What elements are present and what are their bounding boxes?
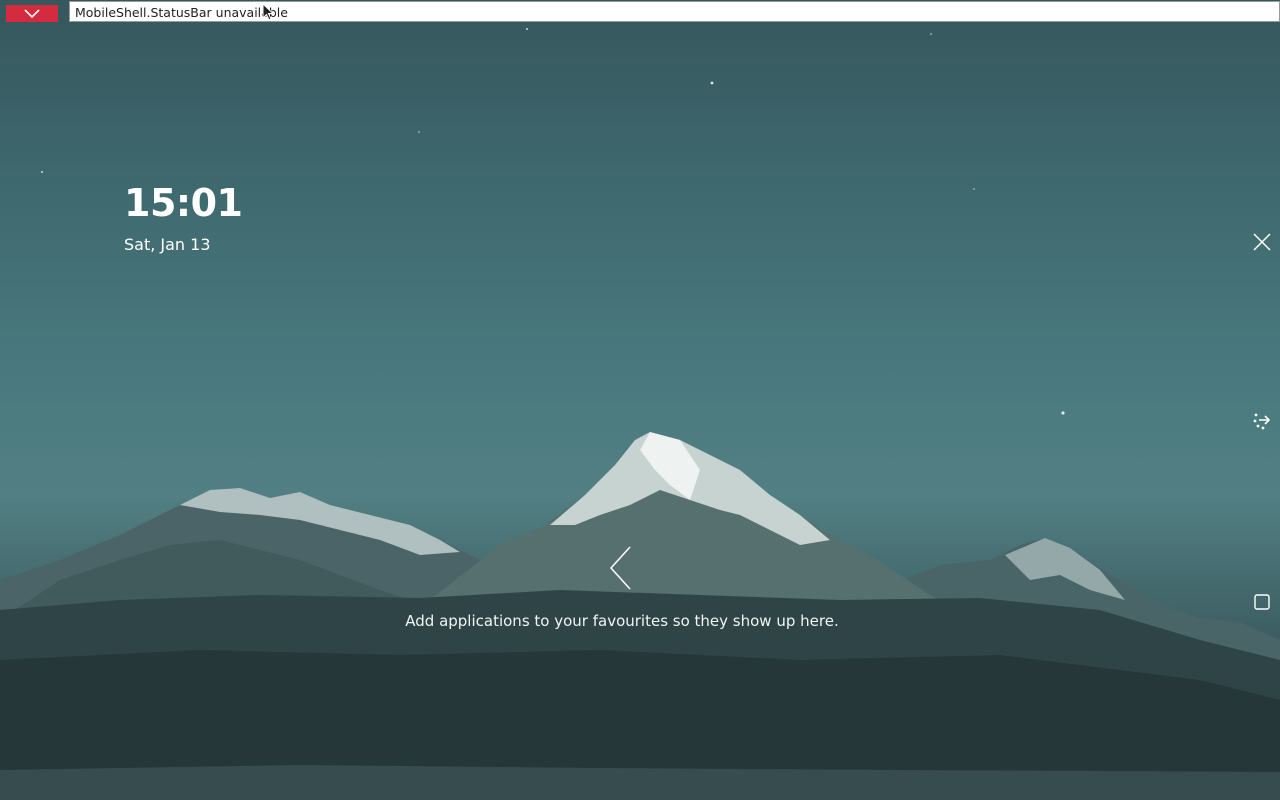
star: [41, 171, 43, 173]
close-window-button[interactable]: [1250, 230, 1274, 254]
status-bar: MobileShell.StatusBar unavailable: [69, 1, 1280, 22]
close-icon: [1253, 233, 1271, 251]
status-bar-message: MobileShell.StatusBar unavailable: [75, 5, 288, 20]
chevron-down-icon: [24, 9, 40, 19]
star: [710, 81, 714, 85]
favourites-hint: Add applications to your favourites so t…: [405, 612, 839, 630]
star: [973, 188, 975, 190]
status-bar-close-button[interactable]: [6, 5, 58, 22]
mountain-wallpaper: [0, 28, 1280, 800]
square-icon: [1254, 594, 1270, 610]
chevron-left-icon: [609, 546, 631, 590]
app-drawer-button[interactable]: [606, 545, 636, 591]
rotate-icon: [1253, 413, 1271, 430]
clock-date: Sat, Jan 13: [124, 235, 211, 254]
mouse-pointer-icon: [262, 3, 274, 21]
star: [526, 28, 528, 30]
clock-time: 15:01: [124, 181, 243, 225]
rotate-button[interactable]: [1250, 409, 1274, 433]
task-overview-button[interactable]: [1250, 590, 1274, 614]
star: [930, 33, 932, 35]
phone-screen: MobileShell.StatusBar unavailable 15:01 …: [0, 0, 1280, 800]
star: [418, 131, 420, 133]
star: [1061, 411, 1065, 415]
